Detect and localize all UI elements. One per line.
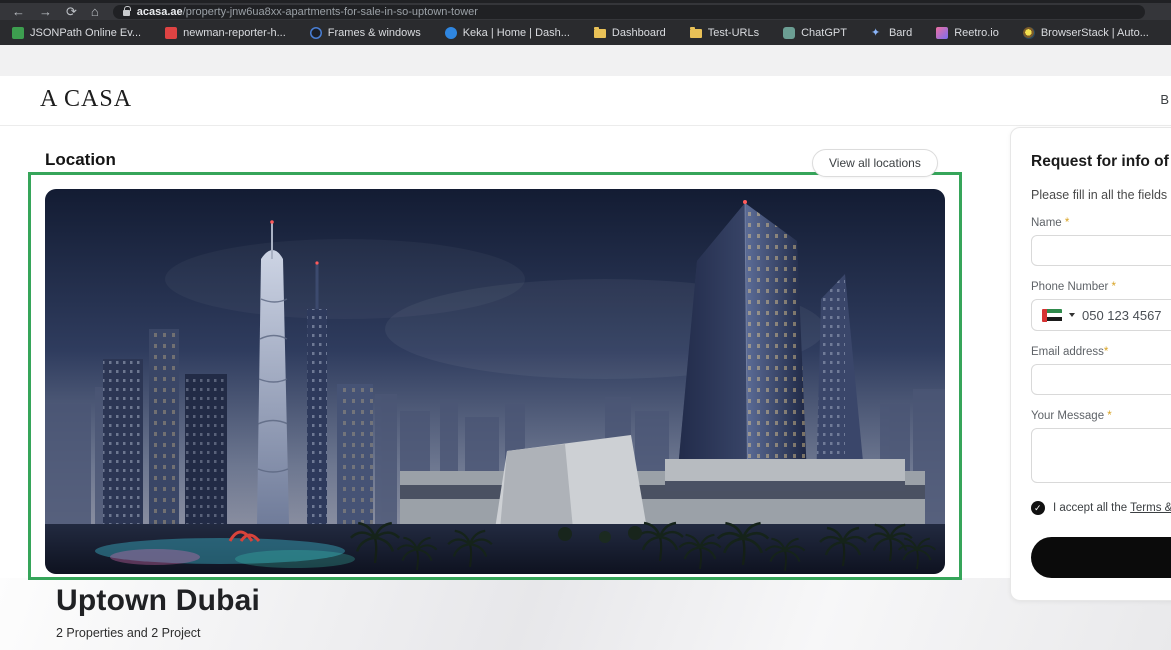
form-subtitle: Please fill in all the fields	[1031, 188, 1171, 202]
bookmark-label: ChatGPT	[801, 27, 847, 39]
reload-icon[interactable]: ⟳	[66, 4, 77, 20]
bookmark-label: Bard	[889, 27, 912, 39]
bookmark-label: Frames & windows	[328, 27, 421, 39]
bookmarks-bar: JSONPath Online Ev... newman-reporter-h.…	[0, 20, 1171, 45]
jsonpath-favicon-icon	[12, 27, 24, 39]
property-meta: 2 Properties and 2 Project	[56, 626, 201, 640]
bookmark-label: newman-reporter-h...	[183, 27, 286, 39]
message-label: Your Message *	[1031, 410, 1171, 422]
bookmark-chatgpt[interactable]: ChatGPT	[783, 27, 847, 39]
frames-favicon-icon	[310, 27, 322, 39]
bookmark-frames-windows[interactable]: Frames & windows	[310, 27, 421, 39]
reetro-favicon-icon	[936, 27, 948, 39]
email-field[interactable]	[1031, 364, 1171, 395]
name-label: Name *	[1031, 217, 1171, 229]
bookmark-label: BrowserStack | Auto...	[1041, 27, 1149, 39]
bookmark-test-urls[interactable]: Test-URLs	[690, 27, 759, 39]
url-bar[interactable]: acasa.ae/property-jnw6ua8xx-apartments-f…	[113, 5, 1145, 19]
url-domain: acasa.ae	[137, 6, 183, 18]
phone-field[interactable]: 050 123 4567	[1031, 299, 1171, 331]
bookmark-jsonpath[interactable]: JSONPath Online Ev...	[12, 27, 141, 39]
form-title: Request for info of	[1031, 153, 1171, 171]
back-icon[interactable]: ←	[12, 4, 25, 20]
bookmark-newman[interactable]: newman-reporter-h...	[165, 27, 286, 39]
uae-flag-icon	[1042, 309, 1062, 322]
newman-favicon-icon	[165, 27, 177, 39]
request-info-form: Request for info of Please fill in all t…	[1010, 127, 1171, 601]
view-all-locations-button[interactable]: View all locations	[812, 149, 938, 177]
site-header: A CASA B	[0, 76, 1171, 126]
browserstack-favicon-icon	[1023, 27, 1035, 39]
message-field[interactable]	[1031, 428, 1171, 483]
terms-text: I accept all the Terms &	[1053, 502, 1171, 514]
chatgpt-favicon-icon	[783, 27, 795, 39]
property-image[interactable]	[45, 189, 945, 574]
property-title: Uptown Dubai	[56, 584, 260, 618]
browser-toolbar: ← → ⟳ ⌂ acasa.ae/property-jnw6ua8xx-apar…	[0, 0, 1171, 20]
name-field[interactable]	[1031, 235, 1171, 266]
phone-placeholder: 050 123 4567	[1082, 308, 1162, 323]
keka-favicon-icon	[445, 27, 457, 39]
terms-checkbox[interactable]	[1031, 501, 1045, 515]
bookmark-label: Keka | Home | Dash...	[463, 27, 570, 39]
site-logo[interactable]: A CASA	[40, 86, 132, 113]
bookmark-keka[interactable]: Keka | Home | Dash...	[445, 27, 570, 39]
bard-sparkle-icon	[871, 27, 883, 39]
bookmark-label: Dashboard	[612, 27, 666, 39]
bookmark-reetro[interactable]: Reetro.io	[936, 27, 999, 39]
submit-button[interactable]	[1031, 537, 1171, 578]
url-path: /property-jnw6ua8xx-apartments-for-sale-…	[183, 6, 478, 18]
email-label: Email address*	[1031, 346, 1171, 358]
skyline-illustration	[45, 189, 945, 574]
bookmark-bard[interactable]: Bard	[871, 27, 912, 39]
terms-row: I accept all the Terms &	[1031, 501, 1171, 515]
site-info-lock-icon[interactable]	[123, 10, 130, 16]
folder-favicon-icon	[690, 29, 702, 38]
country-dropdown-caret-icon[interactable]	[1069, 313, 1075, 317]
required-asterisk: *	[1107, 410, 1111, 422]
home-icon[interactable]: ⌂	[91, 4, 99, 20]
forward-icon[interactable]: →	[39, 4, 52, 20]
required-asterisk: *	[1112, 281, 1116, 293]
folder-favicon-icon	[594, 29, 606, 38]
terms-link[interactable]: Terms &	[1130, 502, 1171, 514]
bookmark-label: Test-URLs	[708, 27, 759, 39]
nav-item-clipped[interactable]: B	[1160, 92, 1169, 107]
bookmark-label: JSONPath Online Ev...	[30, 27, 141, 39]
phone-label: Phone Number *	[1031, 281, 1171, 293]
required-asterisk: *	[1104, 346, 1108, 358]
url-text: acasa.ae/property-jnw6ua8xx-apartments-f…	[137, 6, 478, 18]
bookmark-browserstack[interactable]: BrowserStack | Auto...	[1023, 27, 1149, 39]
required-asterisk: *	[1065, 217, 1069, 229]
location-section-title: Location	[45, 150, 116, 170]
top-spacer-strip	[0, 45, 1171, 76]
bookmark-label: Reetro.io	[954, 27, 999, 39]
bookmark-dashboard[interactable]: Dashboard	[594, 27, 666, 39]
